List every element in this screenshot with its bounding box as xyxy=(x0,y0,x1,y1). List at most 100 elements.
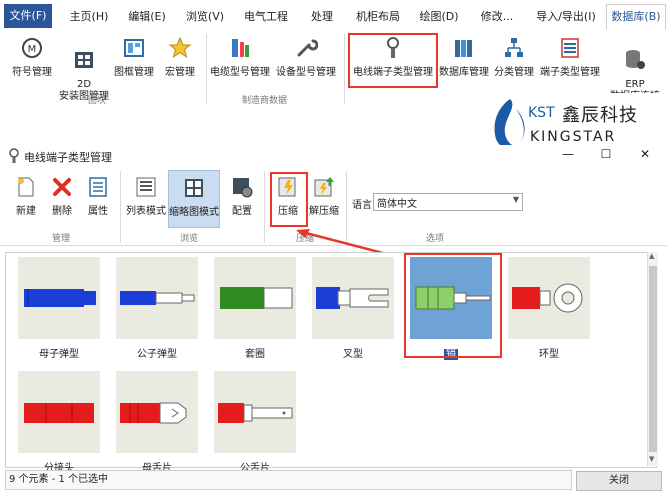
tab-draw[interactable]: 绘图(D) xyxy=(414,6,464,28)
device-model-manager-label: 设备型号管理 xyxy=(276,67,336,78)
hierarchy-icon xyxy=(505,38,523,57)
properties-button[interactable]: 属性 xyxy=(80,175,116,218)
config-button[interactable]: 配置 xyxy=(224,175,260,218)
macro-manager-label: 宏管理 xyxy=(165,67,195,78)
group-label-browse: 浏览 xyxy=(180,234,199,244)
cable-model-manager-button[interactable]: 电缆型号管理 xyxy=(208,36,272,79)
terminal-type-manager-button[interactable]: 端子类型管理 xyxy=(537,36,603,79)
language-label: 语言 xyxy=(352,200,372,211)
terminal-thumbnail xyxy=(18,371,100,453)
close-button[interactable]: 关闭 xyxy=(576,471,662,491)
tab-electrical[interactable]: 电气工程 xyxy=(238,6,294,28)
tab-edit[interactable]: 编辑(E) xyxy=(122,6,172,28)
new-document-icon xyxy=(18,177,34,197)
language-select-value: 简体中文 xyxy=(377,199,417,210)
group-label-manage: 管理 xyxy=(52,234,71,244)
list-item[interactable]: 环型 xyxy=(500,257,598,360)
highlight-box-ribbon-button xyxy=(348,33,438,88)
tab-database[interactable]: 数据库(B) xyxy=(606,4,666,30)
symbol-icon: M xyxy=(22,38,42,58)
scrollbar-thumb[interactable] xyxy=(649,266,657,452)
symbol-manager-label: 符号管理 xyxy=(12,67,52,78)
list-item[interactable]: 分接头 xyxy=(10,371,108,474)
scroll-up-icon[interactable]: ▲ xyxy=(649,252,654,260)
macro-manager-button[interactable]: 宏管理 xyxy=(158,36,202,79)
terminal-thumbnail xyxy=(214,257,296,339)
thumbnail-mode-label: 缩略图模式 xyxy=(169,207,219,218)
logo-kst: KST xyxy=(528,105,555,121)
decompress-icon xyxy=(314,177,334,197)
group-label-compress: 压缩 xyxy=(296,234,315,244)
chevron-down-icon: ▼ xyxy=(512,195,519,204)
tab-modify[interactable]: 修改... xyxy=(472,6,522,28)
frame-manager-label: 图框管理 xyxy=(114,67,154,78)
group-divider xyxy=(346,171,347,243)
decompress-button[interactable]: 解压缩 xyxy=(306,175,342,218)
group-divider xyxy=(344,34,345,104)
window-title: 电线端子类型管理 xyxy=(24,151,112,164)
category-manager-button[interactable]: 分类管理 xyxy=(491,36,537,79)
group-divider xyxy=(264,171,265,243)
thumbnail-view: 母子弹型 公子弹型 套圈 叉型 销 环型 分接头 母舌片 公舌片 xyxy=(5,252,657,474)
properties-icon xyxy=(89,177,107,197)
window-title-bar: 电线端子类型管理 — ☐ ✕ xyxy=(0,145,667,167)
status-bar: 9 个元素 - 1 个已选中 xyxy=(5,470,572,490)
delete-label: 删除 xyxy=(52,206,72,217)
cable-icon xyxy=(232,39,249,57)
tab-process[interactable]: 处理 xyxy=(302,6,342,28)
database-manager-label: 数据库管理 xyxy=(439,67,489,78)
category-manager-label: 分类管理 xyxy=(494,67,534,78)
terminal-strip-icon xyxy=(561,38,579,58)
tab-view[interactable]: 浏览(V) xyxy=(180,6,230,28)
ring-terminal-icon xyxy=(9,148,19,163)
ribbon-tab-bar: 文件(F) 主页(H) 编辑(E) 浏览(V) 电气工程 处理 机柜布局 绘图(… xyxy=(0,0,667,31)
vertical-scrollbar[interactable]: ▲ ▼ xyxy=(647,252,658,466)
terminal-thumbnail xyxy=(312,257,394,339)
database-gear-icon xyxy=(626,50,645,69)
list-item[interactable]: 母舌片 xyxy=(108,371,206,474)
tab-import-export[interactable]: 导入/导出(I) xyxy=(530,6,602,28)
group-label-options: 选项 xyxy=(426,234,445,244)
database-manager-button[interactable]: 数据库管理 xyxy=(437,36,491,79)
tab-cabinet-layout[interactable]: 机柜布局 xyxy=(350,6,406,28)
item-label: 叉型 xyxy=(343,349,363,360)
list-item[interactable]: 公舌片 xyxy=(206,371,304,474)
svg-text:M: M xyxy=(28,44,37,55)
properties-label: 属性 xyxy=(88,206,108,217)
terminal-thumbnail xyxy=(508,257,590,339)
maximize-button[interactable]: ☐ xyxy=(598,147,614,161)
list-mode-button[interactable]: 列表模式 xyxy=(124,175,168,218)
terminal-thumbnail xyxy=(116,371,198,453)
logo-cn-name: 鑫辰科技 xyxy=(562,105,638,126)
list-item[interactable]: 母子弹型 xyxy=(10,257,108,360)
item-label: 环型 xyxy=(539,349,559,360)
list-item[interactable]: 套圈 xyxy=(206,257,304,360)
window-ribbon: 新建 删除 属性 管理 列表模式 缩略图模式 配置 浏览 压缩 解压缩 压缩 语… xyxy=(0,167,667,246)
list-mode-label: 列表模式 xyxy=(126,206,166,217)
tab-home[interactable]: 主页(H) xyxy=(64,6,114,28)
close-window-button[interactable]: ✕ xyxy=(637,147,653,161)
highlight-box-selected-item xyxy=(404,253,502,358)
delete-button[interactable]: 删除 xyxy=(44,175,80,218)
group-label-manufacturer-data: 制造商数据 xyxy=(242,96,288,106)
frame-icon xyxy=(124,39,144,57)
frame-manager-button[interactable]: 图框管理 xyxy=(112,36,156,79)
thumbnail-mode-button[interactable]: 缩略图模式 xyxy=(168,170,220,228)
star-icon xyxy=(168,36,192,59)
scroll-down-icon[interactable]: ▼ xyxy=(649,455,654,463)
new-label: 新建 xyxy=(16,206,36,217)
list-item[interactable]: 公子弹型 xyxy=(108,257,206,360)
delete-x-icon xyxy=(53,178,71,196)
2d-drawing-icon xyxy=(75,52,93,68)
minimize-button[interactable]: — xyxy=(560,147,576,161)
symbol-manager-button[interactable]: M 符号管理 xyxy=(8,36,56,79)
language-select[interactable]: 简体中文 ▼ xyxy=(373,193,523,211)
new-button[interactable]: 新建 xyxy=(8,175,44,218)
tab-file[interactable]: 文件(F) xyxy=(4,4,52,28)
config-label: 配置 xyxy=(232,206,252,217)
device-model-manager-button[interactable]: 设备型号管理 xyxy=(273,36,339,79)
list-item[interactable]: 叉型 xyxy=(304,257,402,360)
terminal-type-manager-label: 端子类型管理 xyxy=(540,67,600,78)
thumbnail-view-icon xyxy=(185,179,203,197)
wrench-icon xyxy=(297,39,319,57)
